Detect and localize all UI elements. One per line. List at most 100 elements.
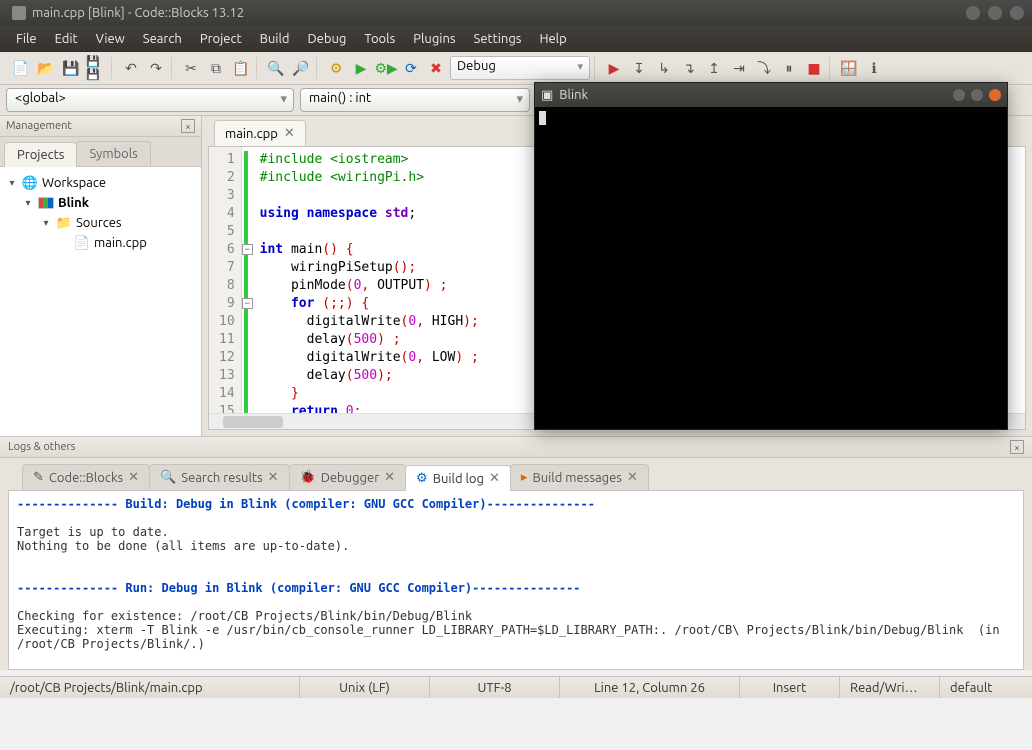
status-readwrite: Read/Wri…: [840, 677, 940, 698]
step-out-icon[interactable]: ↥: [703, 57, 725, 79]
code-content[interactable]: #include <iostream>#include <wiringPi.h>…: [254, 147, 485, 429]
paste-icon[interactable]: 📋: [230, 57, 252, 79]
status-path: /root/CB Projects/Blink/main.cpp: [0, 677, 300, 698]
step-into-instr-icon[interactable]: ⤵: [753, 57, 775, 79]
abort-icon[interactable]: ✖: [425, 57, 447, 79]
run-icon[interactable]: ▶: [350, 57, 372, 79]
logtab-close-icon[interactable]: ✕: [384, 470, 395, 485]
step-into-icon[interactable]: ↴: [678, 57, 700, 79]
console-titlebar[interactable]: ▣ Blink: [535, 83, 1007, 107]
tree-workspace[interactable]: ▾ 🌐 Workspace: [4, 173, 197, 193]
log-line: Executing: xterm -T Blink -e /usr/bin/cb…: [17, 623, 1007, 651]
tab-projects[interactable]: Projects: [4, 142, 77, 167]
tree-workspace-label: Workspace: [42, 176, 106, 190]
stop-debug-icon[interactable]: ■: [803, 57, 825, 79]
menu-file[interactable]: File: [8, 30, 45, 48]
logs-close-icon[interactable]: ×: [1010, 440, 1024, 454]
logtab-label: Build messages: [532, 471, 621, 485]
build-icon[interactable]: ⚙: [325, 57, 347, 79]
console-maximize-button[interactable]: [971, 89, 983, 101]
line-gutter: 1234567891011121314151617: [209, 147, 242, 429]
menu-search[interactable]: Search: [135, 30, 190, 48]
redo-icon[interactable]: ↷: [145, 57, 167, 79]
info-icon[interactable]: ℹ: [863, 57, 885, 79]
logtab-buildlog[interactable]: ⚙Build log✕: [405, 465, 511, 491]
console-close-button[interactable]: [989, 89, 1001, 101]
logtab-search-icon: 🔍: [160, 470, 176, 485]
menu-plugins[interactable]: Plugins: [405, 30, 463, 48]
menu-edit[interactable]: Edit: [47, 30, 86, 48]
editor-tab-close-icon[interactable]: ✕: [284, 126, 295, 141]
console-minimize-button[interactable]: [953, 89, 965, 101]
next-line-icon[interactable]: ↳: [653, 57, 675, 79]
debug-continue-icon[interactable]: ▶: [603, 57, 625, 79]
tree-project[interactable]: ▾ Blink: [4, 193, 197, 213]
open-icon[interactable]: 📂: [35, 57, 57, 79]
save-icon[interactable]: 💾: [60, 57, 82, 79]
project-tree[interactable]: ▾ 🌐 Workspace ▾ Blink ▾ 📁 Sources 📄 main…: [0, 167, 201, 436]
logtab-close-icon[interactable]: ✕: [128, 470, 139, 485]
tree-file-main[interactable]: 📄 main.cpp: [4, 233, 197, 253]
logtab-debugger[interactable]: 🐞Debugger✕: [289, 464, 407, 490]
tree-folder-sources[interactable]: ▾ 📁 Sources: [4, 213, 197, 233]
logs-header: Logs & others ×: [0, 437, 1032, 458]
logs-title: Logs & others: [8, 441, 75, 453]
statusbar: /root/CB Projects/Blink/main.cpp Unix (L…: [0, 676, 1032, 698]
build-log-output[interactable]: -------------- Build: Debug in Blink (co…: [8, 490, 1024, 670]
menu-project[interactable]: Project: [192, 30, 250, 48]
tab-symbols[interactable]: Symbols: [76, 141, 150, 166]
copy-icon[interactable]: ⧉: [205, 57, 227, 79]
disclosure-icon[interactable]: ▾: [40, 217, 52, 229]
save-all-icon[interactable]: 💾💾: [85, 57, 107, 79]
window-title: main.cpp [Blink] - Code::Blocks 13.12: [32, 6, 244, 20]
find-icon[interactable]: 🔍: [265, 57, 287, 79]
logtab-buildmsg[interactable]: ▸ Build messages ✕: [510, 464, 649, 490]
scrollbar-thumb[interactable]: [223, 416, 283, 428]
scope-right-value: main() : int: [309, 91, 371, 105]
run-to-cursor-icon[interactable]: ↧: [628, 57, 650, 79]
find-replace-icon[interactable]: 🔎: [290, 57, 312, 79]
logtab-pencil-icon: ✎: [33, 470, 44, 485]
console-output[interactable]: [535, 107, 1007, 429]
disclosure-icon[interactable]: ▾: [22, 197, 34, 209]
rebuild-icon[interactable]: ⟳: [400, 57, 422, 79]
minimize-button[interactable]: [966, 6, 980, 20]
build-target-select[interactable]: Debug: [450, 56, 590, 80]
logtab-close-icon[interactable]: ✕: [268, 470, 279, 485]
menu-settings[interactable]: Settings: [466, 30, 530, 48]
break-icon[interactable]: ⏸: [778, 57, 800, 79]
management-close-icon[interactable]: ×: [181, 119, 195, 133]
close-button[interactable]: [1010, 6, 1024, 20]
cut-icon[interactable]: ✂: [180, 57, 202, 79]
debug-windows-icon[interactable]: 🪟: [838, 57, 860, 79]
logtab-search[interactable]: 🔍Search results✕: [149, 464, 289, 490]
log-line: -------------- Build: Debug in Blink (co…: [17, 497, 595, 511]
logtab-close-icon[interactable]: ✕: [489, 471, 500, 486]
editor-tab-main[interactable]: main.cpp ✕: [214, 120, 306, 146]
menu-tools[interactable]: Tools: [356, 30, 403, 48]
logtab-codeblocks[interactable]: ✎Code::Blocks✕: [22, 464, 150, 490]
scope-select-left[interactable]: <global>: [6, 88, 294, 112]
management-panel: Management × Projects Symbols ▾ 🌐 Worksp…: [0, 116, 202, 436]
log-line: Nothing to be done (all items are up-to-…: [17, 539, 349, 553]
scope-select-right[interactable]: main() : int: [300, 88, 530, 112]
menu-help[interactable]: Help: [531, 30, 574, 48]
app-icon: [12, 6, 26, 20]
build-target-value: Debug: [457, 59, 496, 73]
maximize-button[interactable]: [988, 6, 1002, 20]
logtab-flag-icon: ▸: [521, 470, 528, 485]
logtab-close-icon[interactable]: ✕: [627, 470, 638, 485]
fold-margin[interactable]: −−: [242, 147, 254, 429]
undo-icon[interactable]: ↶: [120, 57, 142, 79]
new-file-icon[interactable]: 📄: [10, 57, 32, 79]
next-instr-icon[interactable]: ⇥: [728, 57, 750, 79]
project-icon: [38, 195, 54, 211]
window-titlebar: main.cpp [Blink] - Code::Blocks 13.12: [0, 0, 1032, 26]
menu-debug[interactable]: Debug: [299, 30, 354, 48]
menu-view[interactable]: View: [88, 30, 133, 48]
log-line: Checking for existence: /root/CB Project…: [17, 609, 472, 623]
console-window[interactable]: ▣ Blink: [534, 82, 1008, 430]
menu-build[interactable]: Build: [252, 30, 298, 48]
build-run-icon[interactable]: ⚙▶: [375, 57, 397, 79]
disclosure-icon[interactable]: ▾: [6, 177, 18, 189]
